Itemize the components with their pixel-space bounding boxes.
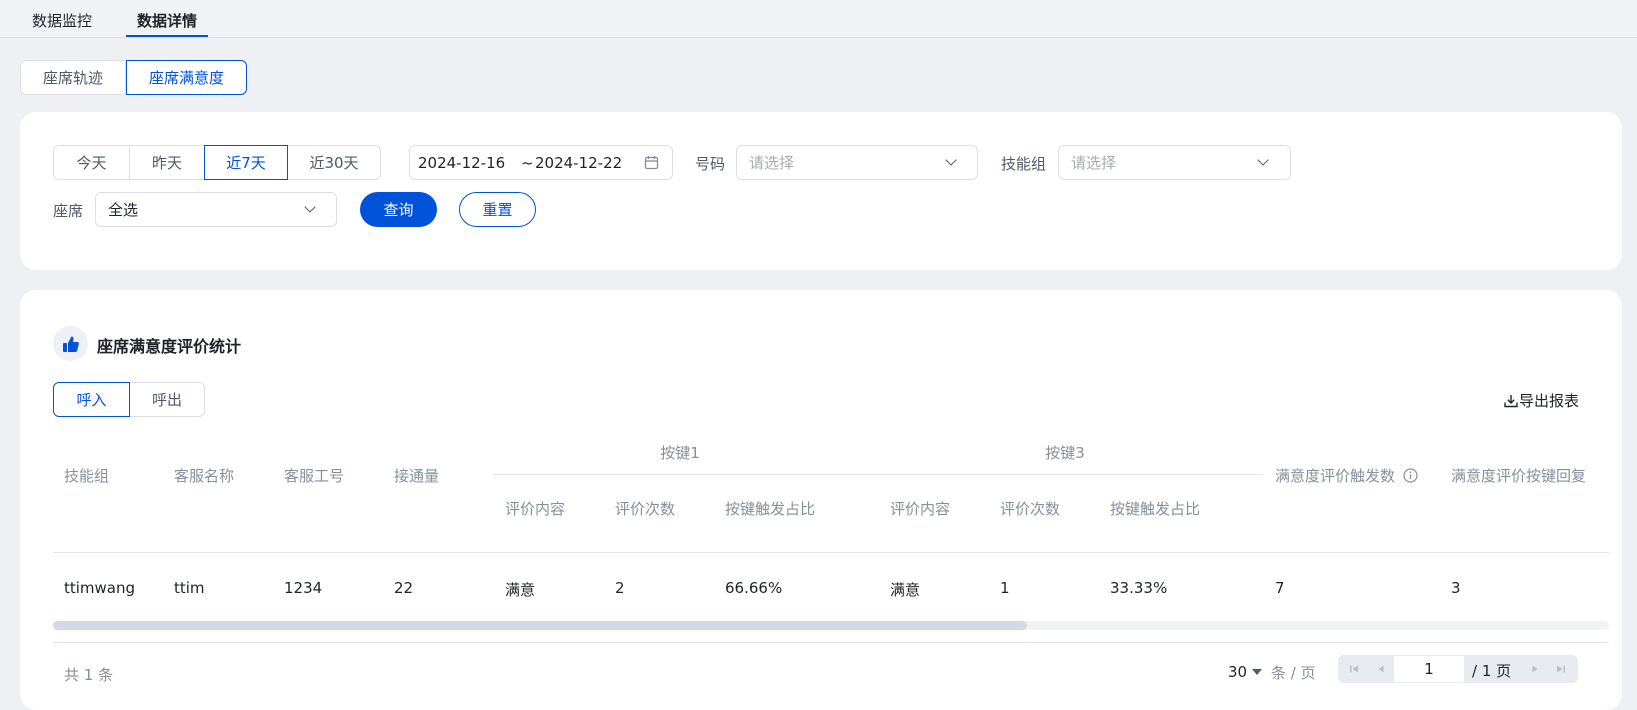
date-preset-30days[interactable]: 近30天 xyxy=(287,145,381,180)
top-nav: 数据监控 数据详情 xyxy=(0,0,1637,38)
date-preset-group: 今天 昨天 近7天 近30天 xyxy=(53,145,381,180)
page-number-input[interactable]: 1 xyxy=(1394,656,1464,682)
date-preset-7days[interactable]: 近7天 xyxy=(204,145,288,180)
agent-select[interactable]: 全选 xyxy=(95,192,337,227)
next-page-icon[interactable] xyxy=(1529,663,1541,675)
thumbs-up-icon xyxy=(53,326,88,361)
cell-key1-content: 满意 xyxy=(505,581,536,599)
col-header-key3-ratio: 按键触发占比 xyxy=(1110,500,1201,518)
skill-group-label: 技能组 xyxy=(1001,155,1047,173)
date-end: 2024-12-22 xyxy=(535,153,623,172)
direction-tabs: 呼入 呼出 xyxy=(53,382,205,417)
page-size-select[interactable]: 30 xyxy=(1228,658,1263,686)
page-size-value: 30 xyxy=(1228,663,1248,681)
cell-agent-name: ttim xyxy=(174,579,205,597)
cell-key-reply: 3 xyxy=(1451,579,1461,597)
col-header-agent-name: 客服名称 xyxy=(174,467,235,485)
footer-divider xyxy=(53,642,1609,643)
subtab-agent-trace[interactable]: 座席轨迹 xyxy=(20,60,127,95)
col-header-key1-ratio: 按键触发占比 xyxy=(725,500,816,518)
info-icon[interactable] xyxy=(1403,468,1418,483)
date-preset-today[interactable]: 今天 xyxy=(53,145,130,180)
col-header-connected: 接通量 xyxy=(394,467,440,485)
filter-card: 今天 昨天 近7天 近30天 2024-12-16 ~ 2024-12-22 号… xyxy=(20,112,1622,270)
cell-agent-id: 1234 xyxy=(284,579,323,597)
agent-label: 座席 xyxy=(53,202,84,220)
tab-data-monitor[interactable]: 数据监控 xyxy=(32,10,92,31)
date-start: 2024-12-16 xyxy=(418,153,506,172)
last-page-icon[interactable] xyxy=(1555,663,1567,675)
header-divider xyxy=(53,552,1609,553)
group-header-key3: 按键3 xyxy=(1045,444,1085,462)
col-header-key3-count: 评价次数 xyxy=(1000,500,1061,518)
date-range-picker[interactable]: 2024-12-16 ~ 2024-12-22 xyxy=(409,145,673,180)
cell-connected: 22 xyxy=(394,579,414,597)
number-select[interactable]: 请选择 xyxy=(736,145,978,180)
chevron-down-icon xyxy=(945,154,957,166)
pagination-bar: 1 / 1 页 xyxy=(1338,655,1578,683)
page-size-unit: 条 / 页 xyxy=(1271,664,1316,682)
reset-button[interactable]: 重置 xyxy=(459,192,536,227)
group-header-key1: 按键1 xyxy=(660,444,700,462)
first-page-icon[interactable] xyxy=(1348,663,1360,675)
caret-down-icon xyxy=(1252,669,1263,675)
col-header-skill-group: 技能组 xyxy=(64,467,110,485)
subtab-agent-satisfaction[interactable]: 座席满意度 xyxy=(126,60,248,95)
prev-page-icon[interactable] xyxy=(1375,663,1387,675)
cell-key1-ratio: 66.66% xyxy=(725,579,783,597)
query-button[interactable]: 查询 xyxy=(360,192,437,227)
calendar-icon[interactable] xyxy=(644,155,659,170)
chevron-down-icon xyxy=(304,201,316,213)
agent-value: 全选 xyxy=(108,201,139,219)
export-report-label: 导出报表 xyxy=(1519,392,1580,410)
cell-skill-group: ttimwang xyxy=(64,579,136,597)
download-icon xyxy=(1504,394,1518,407)
cell-trigger-count: 7 xyxy=(1275,579,1285,597)
skill-group-placeholder: 请选择 xyxy=(1071,154,1117,172)
number-label: 号码 xyxy=(695,155,726,173)
cell-key3-count: 1 xyxy=(1000,579,1010,597)
col-header-key1-count: 评价次数 xyxy=(615,500,676,518)
col-header-key1-content: 评价内容 xyxy=(505,500,566,518)
sub-tabs: 座席轨迹 座席满意度 xyxy=(20,60,248,95)
cell-key3-ratio: 33.33% xyxy=(1110,579,1168,597)
number-placeholder: 请选择 xyxy=(749,154,795,172)
col-header-key3-content: 评价内容 xyxy=(890,500,951,518)
date-separator: ~ xyxy=(521,153,534,172)
horizontal-scrollbar-thumb[interactable] xyxy=(53,621,1027,630)
stats-title: 座席满意度评价统计 xyxy=(97,337,242,356)
stats-card: 座席满意度评价统计 呼入 呼出 导出报表 按键1 按键3 技能组 客服名称 客服… xyxy=(20,290,1622,710)
cell-key1-count: 2 xyxy=(615,579,625,597)
date-preset-yesterday[interactable]: 昨天 xyxy=(129,145,205,180)
export-report-button[interactable]: 导出报表 xyxy=(1503,390,1579,411)
page-total: / 1 页 xyxy=(1472,662,1512,680)
cell-key3-content: 满意 xyxy=(890,581,921,599)
col-header-key-reply: 满意度评价按键回复 xyxy=(1451,467,1587,485)
col-header-agent-id: 客服工号 xyxy=(284,467,345,485)
tab-inbound[interactable]: 呼入 xyxy=(53,382,130,417)
active-tab-underline xyxy=(126,35,208,37)
tab-outbound[interactable]: 呼出 xyxy=(129,382,205,417)
total-count: 共 1 条 xyxy=(64,666,114,684)
stats-table: 按键1 按键3 技能组 客服名称 客服工号 接通量 评价内容 评价次数 按键触发… xyxy=(53,425,1609,635)
chevron-down-icon xyxy=(1257,154,1269,166)
tab-data-detail[interactable]: 数据详情 xyxy=(137,10,197,31)
col-header-trigger-count: 满意度评价触发数 xyxy=(1275,467,1396,485)
group-header-divider xyxy=(493,474,1263,475)
skill-group-select[interactable]: 请选择 xyxy=(1058,145,1291,180)
